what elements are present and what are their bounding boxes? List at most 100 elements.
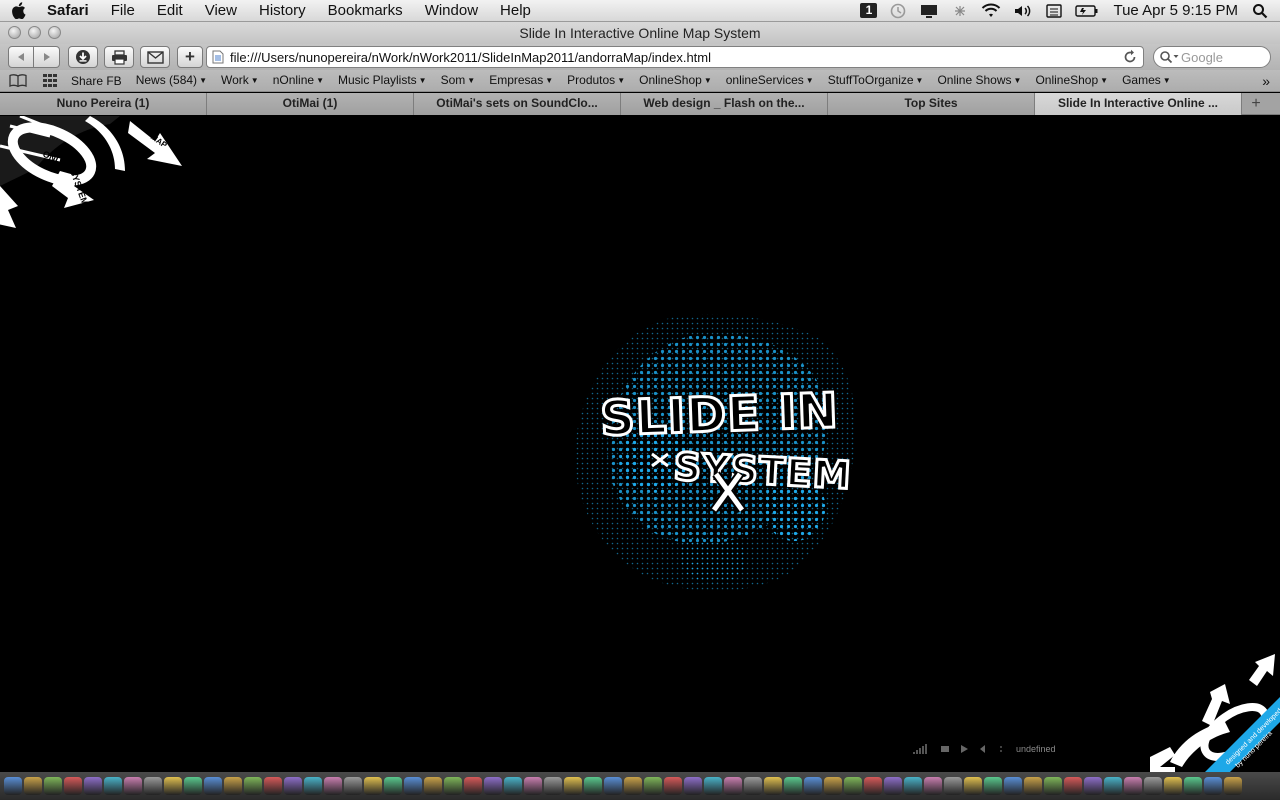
menu-history[interactable]: History <box>248 0 317 22</box>
bookmark-folder-online-shows[interactable]: Online Shows ▼ <box>930 69 1028 92</box>
top-sites-grid-icon[interactable] <box>36 74 64 87</box>
dock-app-icon[interactable] <box>124 777 142 795</box>
dock-app-icon[interactable] <box>1124 777 1142 795</box>
dock-app-icon[interactable] <box>464 777 482 795</box>
apple-menu-icon[interactable] <box>0 2 36 19</box>
tab-nuno-pereira[interactable]: Nuno Pereira (1) <box>0 93 207 115</box>
volume-icon[interactable] <box>1007 0 1039 22</box>
bookmark-folder-onlineshop-2[interactable]: OnlineShop ▼ <box>1028 69 1115 92</box>
dock-app-icon[interactable] <box>1204 777 1222 795</box>
bookmark-folder-games[interactable]: Games ▼ <box>1115 69 1178 92</box>
stop-icon[interactable] <box>940 744 950 754</box>
bookmark-folder-empresas[interactable]: Empresas ▼ <box>482 69 560 92</box>
dock-app-icon[interactable] <box>664 777 682 795</box>
bookmark-folder-music-playlists[interactable]: Music Playlists ▼ <box>331 69 434 92</box>
forward-button[interactable] <box>34 46 60 68</box>
dock-app-icon[interactable] <box>944 777 962 795</box>
close-window-button[interactable] <box>8 26 21 39</box>
bookmark-folder-stufftoorganize[interactable]: StuffToOrganize ▼ <box>821 69 931 92</box>
dock-app-icon[interactable] <box>744 777 762 795</box>
dock-app-icon[interactable] <box>204 777 222 795</box>
dock-app-icon[interactable] <box>504 777 522 795</box>
input-menu-icon[interactable] <box>1039 0 1069 22</box>
dock-app-icon[interactable] <box>184 777 202 795</box>
dock-app-icon[interactable] <box>164 777 182 795</box>
bookmark-folder-produtos[interactable]: Produtos ▼ <box>560 69 632 92</box>
downloads-button[interactable] <box>68 46 98 68</box>
menu-edit[interactable]: Edit <box>146 0 194 22</box>
bookmark-folder-som[interactable]: Som ▼ <box>434 69 483 92</box>
tab-top-sites[interactable]: Top Sites <box>828 93 1035 115</box>
dock-app-icon[interactable] <box>784 777 802 795</box>
dock-app-icon[interactable] <box>284 777 302 795</box>
bookmark-folder-nonline[interactable]: nOnline ▼ <box>266 69 331 92</box>
dock-app-icon[interactable] <box>484 777 502 795</box>
dock-app-icon[interactable] <box>644 777 662 795</box>
dock-app-icon[interactable] <box>424 777 442 795</box>
dock-app-icon[interactable] <box>584 777 602 795</box>
dock-app-icon[interactable] <box>964 777 982 795</box>
search-field[interactable] <box>1153 46 1271 68</box>
dock-app-icon[interactable] <box>884 777 902 795</box>
dock-app-icon[interactable] <box>1044 777 1062 795</box>
dock-app-icon[interactable] <box>264 777 282 795</box>
dock-app-icon[interactable] <box>44 777 62 795</box>
mail-page-button[interactable] <box>140 46 170 68</box>
print-button[interactable] <box>104 46 134 68</box>
reload-icon[interactable] <box>1123 49 1137 65</box>
dock-app-icon[interactable] <box>724 777 742 795</box>
play-icon[interactable] <box>959 744 969 754</box>
bookmark-folder-news[interactable]: News (584) ▼ <box>129 69 214 92</box>
dock-app-icon[interactable] <box>444 777 462 795</box>
dock-app-icon[interactable] <box>1084 777 1102 795</box>
corner-badge-bottom-right[interactable]: designed and developed by nuno pereira <box>1150 652 1280 772</box>
dock-app-icon[interactable] <box>564 777 582 795</box>
volume-bars-icon[interactable] <box>913 744 931 754</box>
add-bookmark-button[interactable]: + <box>177 46 203 68</box>
tab-otimai[interactable]: OtiMai (1) <box>207 93 414 115</box>
bookmark-folder-onlineshop[interactable]: OnlineShop ▼ <box>632 69 719 92</box>
dock-app-icon[interactable] <box>1224 777 1242 795</box>
rewind-icon[interactable] <box>978 744 990 754</box>
dock-app-icon[interactable] <box>64 777 82 795</box>
corner-badge-top-left[interactable]: ONLINE SYSTEM MAP <box>0 116 190 241</box>
calendar-badge-icon[interactable]: 1 <box>854 0 883 22</box>
bookmark-folder-work[interactable]: Work ▼ <box>214 69 266 92</box>
dock-app-icon[interactable] <box>624 777 642 795</box>
dock-app-icon[interactable] <box>904 777 922 795</box>
dock-app-icon[interactable] <box>604 777 622 795</box>
wifi-icon[interactable] <box>975 0 1007 22</box>
bluetooth-icon[interactable] <box>945 0 975 22</box>
dock-app-icon[interactable] <box>544 777 562 795</box>
dock-app-icon[interactable] <box>524 777 542 795</box>
dock-app-icon[interactable] <box>1064 777 1082 795</box>
battery-icon[interactable] <box>1069 0 1105 22</box>
dock-app-icon[interactable] <box>324 777 342 795</box>
zoom-window-button[interactable] <box>48 26 61 39</box>
dock-app-icon[interactable] <box>384 777 402 795</box>
dock-app-icon[interactable] <box>144 777 162 795</box>
dock-app-icon[interactable] <box>924 777 942 795</box>
dock-app-icon[interactable] <box>224 777 242 795</box>
bookmark-folder-onlineservices[interactable]: onlineServices ▼ <box>719 69 821 92</box>
dock-app-icon[interactable] <box>24 777 42 795</box>
slide-in-logo[interactable]: SLIDE IN SYSTEM <box>540 306 900 626</box>
address-bar[interactable]: file:///Users/nunopereira/nWork/nWork201… <box>206 46 1144 68</box>
menu-bookmarks[interactable]: Bookmarks <box>317 0 414 22</box>
spotlight-search-icon[interactable] <box>1246 0 1280 22</box>
new-tab-button[interactable]: + <box>1242 93 1270 115</box>
display-icon[interactable] <box>913 0 945 22</box>
dock-app-icon[interactable] <box>4 777 22 795</box>
dock-app-icon[interactable] <box>704 777 722 795</box>
menubar-clock[interactable]: Tue Apr 5 9:15 PM <box>1105 2 1246 19</box>
tab-slide-in-active[interactable]: Slide In Interactive Online ... <box>1035 93 1242 115</box>
dock-app-icon[interactable] <box>84 777 102 795</box>
menu-help[interactable]: Help <box>489 0 542 22</box>
minimize-window-button[interactable] <box>28 26 41 39</box>
bookmark-share-fb[interactable]: Share FB <box>64 70 129 92</box>
dock-app-icon[interactable] <box>824 777 842 795</box>
dock-app-icon[interactable] <box>304 777 322 795</box>
bookmarks-overflow-button[interactable]: » <box>1255 70 1280 92</box>
dock-app-icon[interactable] <box>364 777 382 795</box>
dock-app-icon[interactable] <box>1024 777 1042 795</box>
